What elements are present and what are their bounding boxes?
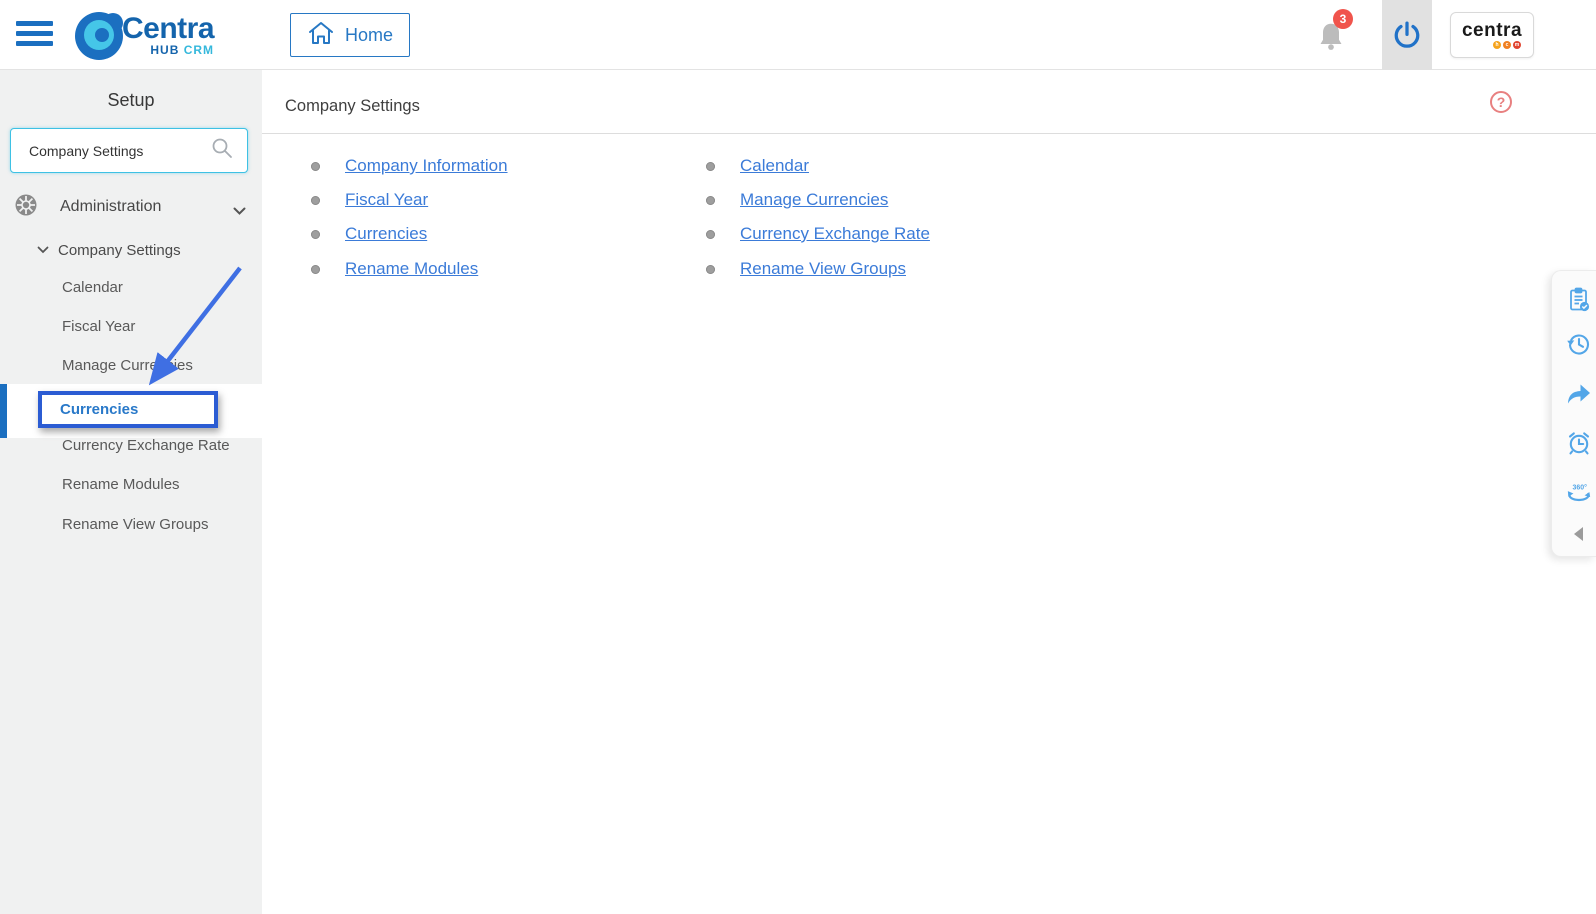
link-row: Company Information (311, 154, 508, 178)
bullet-icon (706, 264, 715, 274)
sidebar-section-administration[interactable]: Administration (0, 192, 262, 222)
company-settings-group-label: Company Settings (58, 241, 181, 259)
sidebar-group-company-settings[interactable]: Company Settings (0, 237, 262, 263)
notification-count-badge: 3 (1333, 9, 1353, 29)
brand-sub-hub: HUB (150, 42, 180, 57)
sidebar-item-rename-view-groups[interactable]: Rename View Groups (0, 513, 262, 537)
link-manage-currencies[interactable]: Manage Currencies (740, 190, 888, 210)
link-row: Calendar (706, 154, 809, 178)
home-icon (307, 20, 335, 51)
link-row: Currencies (311, 222, 427, 246)
top-header: Centra HUB CRM Home 3 centra h c m (0, 0, 1596, 70)
link-rename-modules[interactable]: Rename Modules (345, 259, 478, 279)
notes-icon[interactable] (1566, 287, 1592, 313)
help-icon[interactable]: ? (1490, 91, 1512, 113)
bullet-icon (706, 195, 715, 205)
setup-sidebar: Setup Administ (0, 70, 262, 914)
sidebar-item-fiscal-year[interactable]: Fiscal Year (0, 315, 262, 339)
bullet-icon (311, 229, 320, 239)
active-item-indicator-bar (0, 384, 7, 438)
link-company-information[interactable]: Company Information (345, 156, 508, 176)
link-row: Currency Exchange Rate (706, 222, 930, 246)
collapse-icon[interactable] (1566, 521, 1592, 547)
svg-text:360°: 360° (1573, 483, 1588, 491)
link-row: Fiscal Year (311, 188, 428, 212)
account-logo-dot-h: h (1493, 40, 1501, 49)
link-calendar[interactable]: Calendar (740, 156, 809, 176)
home-button[interactable]: Home (290, 13, 410, 57)
sidebar-title: Setup (107, 90, 155, 110)
sidebar-item-currency-exchange-rate[interactable]: Currency Exchange Rate (0, 434, 262, 458)
sidebar-search-box (10, 128, 248, 173)
bullet-icon (706, 161, 715, 171)
link-currencies[interactable]: Currencies (345, 224, 427, 244)
link-fiscal-year[interactable]: Fiscal Year (345, 190, 428, 210)
sidebar-item-manage-currencies[interactable]: Manage Currencies (0, 354, 262, 378)
link-rename-view-groups[interactable]: Rename View Groups (740, 259, 906, 279)
sidebar-item-currencies[interactable]: Currencies (38, 391, 218, 428)
logout-power-button[interactable] (1382, 0, 1432, 70)
sidebar-search-input[interactable] (11, 142, 211, 159)
account-company-logo: centra h c m (1450, 12, 1534, 58)
link-row: Rename Modules (311, 257, 478, 281)
centra-cloud-logo-icon (72, 6, 130, 64)
brand-name: Centra (122, 11, 215, 45)
sidebar-item-rename-modules[interactable]: Rename Modules (0, 473, 262, 497)
centrahub-crm-logo: Centra HUB CRM (72, 3, 215, 67)
administration-label: Administration (60, 198, 162, 215)
sidebar-item-calendar[interactable]: Calendar (0, 276, 262, 300)
link-row: Manage Currencies (706, 188, 888, 212)
app-window: Centra HUB CRM Home 3 centra h c m Setup… (0, 0, 1596, 914)
bullet-icon (706, 229, 715, 239)
account-logo-dot-m: m (1513, 40, 1521, 49)
divider (262, 133, 1596, 134)
main-content: Company Settings ? Company Information F… (262, 70, 1596, 914)
bullet-icon (311, 264, 320, 274)
history-icon[interactable] (1566, 331, 1592, 357)
account-logo-dot-c: c (1503, 40, 1511, 49)
link-currency-exchange-rate[interactable]: Currency Exchange Rate (740, 224, 930, 244)
brand-sub-crm: CRM (183, 42, 215, 57)
chevron-down-icon (37, 241, 49, 259)
bullet-icon (311, 195, 320, 205)
alarm-icon[interactable] (1566, 430, 1592, 456)
right-quick-toolbar: 360° (1551, 270, 1596, 557)
administration-gear-icon (14, 193, 38, 222)
view-360-icon[interactable]: 360° (1566, 480, 1592, 506)
currencies-active-label: Currencies (60, 401, 139, 418)
share-icon[interactable] (1566, 381, 1592, 407)
search-icon[interactable] (211, 137, 233, 164)
bullet-icon (311, 161, 320, 171)
link-row: Rename View Groups (706, 257, 906, 281)
chevron-down-icon (233, 203, 246, 221)
home-button-label: Home (344, 24, 393, 45)
account-logo-text: centra (1461, 19, 1523, 41)
page-title: Company Settings (285, 97, 420, 115)
hamburger-menu-icon[interactable] (16, 20, 54, 48)
